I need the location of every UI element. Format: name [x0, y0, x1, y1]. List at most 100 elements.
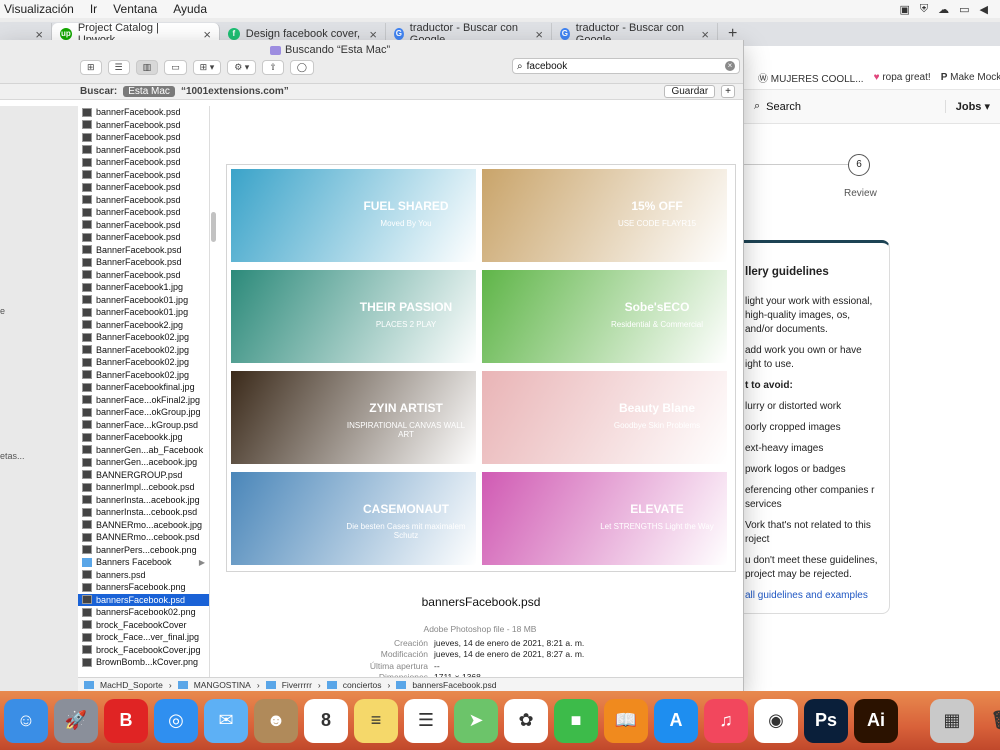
reminders-icon[interactable]: ☰ — [404, 698, 448, 743]
bitdefender-icon[interactable]: B — [104, 698, 148, 743]
file-row[interactable]: bannerImpl...cebook.psd — [78, 481, 209, 494]
photoshop-icon[interactable]: Ps — [804, 698, 848, 743]
bookmark-mujeres[interactable]: Ⓦ MUJERES COOLL... — [758, 70, 864, 85]
icon-view-button[interactable]: ⊞ — [80, 60, 102, 75]
file-row[interactable]: bannerFacebook2.jpg — [78, 319, 209, 332]
bitdefender-tray-icon[interactable]: ▣ — [899, 3, 909, 16]
contacts-icon[interactable]: ☻ — [254, 698, 298, 743]
finder-search-field[interactable]: ⌕ facebook × — [512, 58, 740, 74]
calendar-icon[interactable]: 8 — [304, 698, 348, 743]
file-row[interactable]: bannerFacebook.psd — [78, 181, 209, 194]
menu-ir[interactable]: Ir — [82, 2, 105, 16]
file-row[interactable]: BannerFacebook02.jpg — [78, 356, 209, 369]
file-row[interactable]: bannersFacebook02.png — [78, 606, 209, 619]
gallery-view-button[interactable]: ▭ — [164, 60, 187, 75]
file-row[interactable]: BANNERmo...cebook.psd — [78, 531, 209, 544]
save-search-button[interactable]: Guardar — [664, 85, 716, 98]
file-row[interactable]: bannerFacebook01.jpg — [78, 294, 209, 307]
menu-ayuda[interactable]: Ayuda — [165, 2, 215, 16]
file-row[interactable]: bannerFacebook.psd — [78, 206, 209, 219]
safari-icon[interactable]: ◎ — [154, 698, 198, 743]
share-icon[interactable]: ⇧ — [262, 60, 284, 75]
file-row[interactable]: bannerFace...okGroup.jpg — [78, 406, 209, 419]
file-row[interactable]: BannerFacebook02.jpg — [78, 344, 209, 357]
add-criteria-button[interactable]: + — [721, 85, 735, 98]
mail-icon[interactable]: ✉ — [204, 698, 248, 743]
appstore-icon[interactable]: A — [654, 698, 698, 743]
scope-this-mac[interactable]: Esta Mac — [123, 86, 175, 97]
file-row[interactable]: BannerFacebook.psd — [78, 244, 209, 257]
file-row[interactable]: bannerGen...acebook.jpg — [78, 456, 209, 469]
file-row[interactable]: bannerFacebook.psd — [78, 194, 209, 207]
books-icon[interactable]: 📖 — [604, 698, 648, 743]
menu-visualizacion[interactable]: Visualización — [0, 2, 82, 16]
clear-search-icon[interactable]: × — [725, 61, 735, 71]
file-row[interactable]: bannerInsta...acebook.jpg — [78, 494, 209, 507]
file-row[interactable]: bannerFace...okFinal2.jpg — [78, 394, 209, 407]
file-row[interactable]: bannerGen...ab_Facebook — [78, 444, 209, 457]
group-button[interactable]: ⊞ ▾ — [192, 60, 222, 75]
illustrator-icon[interactable]: Ai — [854, 698, 898, 743]
file-row[interactable]: bannerFacebook.psd — [78, 106, 209, 119]
file-row[interactable]: BANNERGROUP.psd — [78, 469, 209, 482]
path-segment[interactable]: Fiverrrrr — [282, 680, 312, 690]
chrome-icon[interactable]: ◉ — [754, 698, 798, 743]
scrollbar-thumb[interactable] — [211, 212, 216, 242]
file-row[interactable]: bannerFacebook.psd — [78, 169, 209, 182]
path-segment[interactable]: MANGOSTINA — [194, 680, 251, 690]
volume-icon[interactable]: ◀ — [980, 3, 988, 16]
file-row[interactable]: bannerFacebookk.jpg — [78, 431, 209, 444]
facetime-icon[interactable]: ■ — [554, 698, 598, 743]
maps-icon[interactable]: ➤ — [454, 698, 498, 743]
file-row[interactable]: bannerFacebook.psd — [78, 231, 209, 244]
path-segment[interactable]: bannersFacebook.psd — [412, 680, 496, 690]
file-row[interactable]: bannerFacebook.psd — [78, 269, 209, 282]
file-row[interactable]: brock_FacebookCover — [78, 619, 209, 632]
file-row[interactable]: bannerFace...kGroup.psd — [78, 419, 209, 432]
file-row[interactable]: BrownBomb...kCover.png — [78, 656, 209, 669]
file-row[interactable]: bannerFacebook.psd — [78, 119, 209, 132]
file-row[interactable]: bannerFacebookfinal.jpg — [78, 381, 209, 394]
path-segment[interactable]: conciertos — [343, 680, 382, 690]
trash-icon[interactable]: 🗑 — [980, 699, 1000, 743]
display-icon[interactable]: ▭ — [959, 3, 969, 16]
file-row[interactable]: bannerFacebook.psd — [78, 219, 209, 232]
file-row[interactable]: bannerPers...cebook.png — [78, 544, 209, 557]
guidelines-link[interactable]: all guidelines and examples — [745, 590, 868, 601]
bookmark-ropa-great[interactable]: ♥ ropa great! — [874, 72, 931, 83]
file-row[interactable]: bannerFacebook01.jpg — [78, 306, 209, 319]
list-view-button[interactable]: ☰ — [107, 60, 130, 75]
file-row[interactable]: bannerFacebook.psd — [78, 156, 209, 169]
downloads-stack-icon[interactable]: ▦ — [930, 698, 974, 743]
notes-icon[interactable]: ≡ — [354, 698, 398, 743]
launchpad-icon[interactable]: 🚀 — [54, 698, 98, 743]
jobs-dropdown[interactable]: Jobs ▾ — [944, 100, 1000, 113]
bookmark-make-mocku[interactable]: P Make Mocku — [941, 72, 1000, 83]
file-row[interactable]: brock_Face...ver_final.jpg — [78, 631, 209, 644]
shield-icon[interactable]: ⛨ — [920, 3, 928, 16]
file-row[interactable]: bannersFacebook.png — [78, 581, 209, 594]
scope-extension[interactable]: “1001extensions.com” — [181, 86, 289, 97]
file-row[interactable]: BannerFacebook02.jpg — [78, 331, 209, 344]
file-row[interactable]: BANNERmo...acebook.jpg — [78, 519, 209, 532]
search-input[interactable]: ⌕ Search — [754, 100, 801, 113]
file-row[interactable]: bannerFacebook1.jpg — [78, 281, 209, 294]
file-row[interactable]: bannerFacebook.psd — [78, 144, 209, 157]
path-segment[interactable]: MacHD_Soporte — [100, 680, 163, 690]
file-row[interactable]: bannerInsta...cebook.psd — [78, 506, 209, 519]
file-row[interactable]: bannerFacebook.psd — [78, 131, 209, 144]
action-gear-icon[interactable]: ⚙ ▾ — [227, 60, 257, 75]
file-row[interactable]: BannerFacebook02.jpg — [78, 369, 209, 382]
file-row[interactable]: brock_FacebookCover.jpg — [78, 644, 209, 657]
file-row[interactable]: BannerFacebook.psd — [78, 256, 209, 269]
tag-icon[interactable]: ◯ — [289, 60, 314, 75]
file-row[interactable]: banners.psd — [78, 569, 209, 582]
finder-icon[interactable]: ☺ — [4, 698, 48, 743]
music-icon[interactable]: ♫ — [704, 698, 748, 743]
photos-icon[interactable]: ✿ — [504, 698, 548, 743]
cloud-icon[interactable]: ☁ — [938, 3, 949, 16]
menu-ventana[interactable]: Ventana — [105, 2, 165, 16]
column-view-button[interactable]: ▥ — [135, 60, 159, 75]
file-row[interactable]: bannersFacebook.psd — [78, 593, 209, 606]
folder-row[interactable]: Banners Facebook ▶ — [78, 556, 209, 569]
